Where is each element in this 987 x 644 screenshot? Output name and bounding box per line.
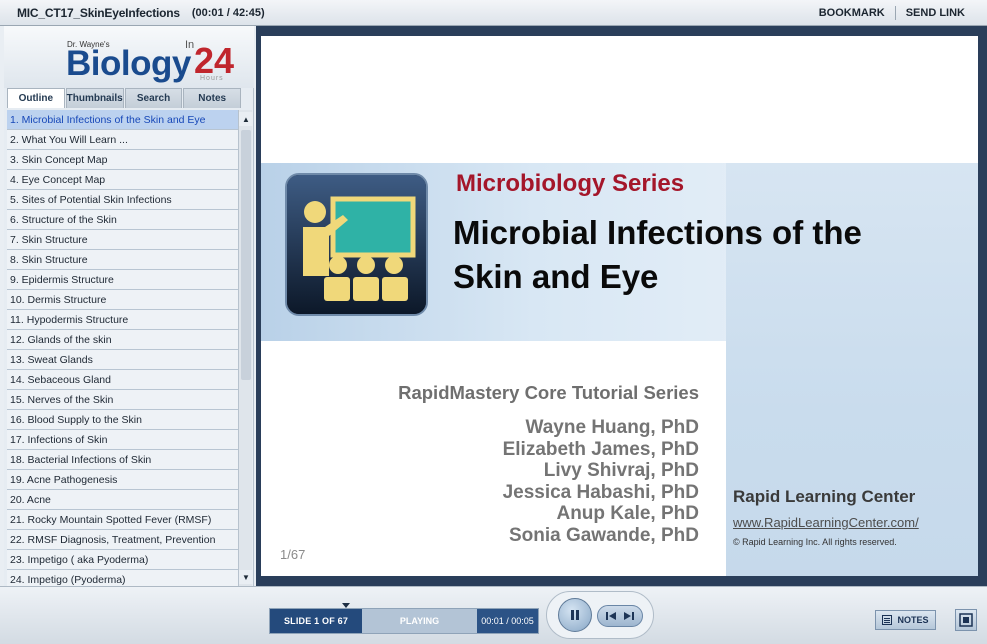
core-series-label: RapidMastery Core Tutorial Series [398,382,699,403]
author: Livy Shivraj, PhD [543,460,699,482]
outline-item[interactable]: 17. Infections of Skin [7,430,238,450]
outline-item[interactable]: 5. Sites of Potential Skin Infections [7,190,238,210]
playback-state: PLAYING [399,616,440,626]
pause-button[interactable] [558,598,592,632]
author: Sonia Gawande, PhD [508,524,699,546]
logo-in: In [185,39,195,51]
outline-item[interactable]: 14. Sebaceous Gland [7,370,238,390]
divider [894,5,896,20]
total-time: (00:01 / 42:45) [191,6,265,19]
outline-item[interactable]: 10. Dermis Structure [7,290,238,310]
outline-list: 1. Microbial Infections of the Skin and … [7,110,238,586]
tab-outline[interactable]: Outline [7,88,65,108]
notes-button[interactable]: NOTES [875,610,936,630]
scroll-thumb[interactable] [241,130,251,380]
outline-item[interactable]: 3. Skin Concept Map [7,150,238,170]
scroll-up-icon[interactable]: ▲ [239,112,253,126]
tab-search[interactable]: Search [124,88,183,108]
scroll-down-icon[interactable]: ▼ [239,570,253,584]
outline-item[interactable]: 21. Rocky Mountain Spotted Fever (RMSF) [7,510,238,530]
author: Wayne Huang, PhD [525,417,699,438]
logo-main: Biology [66,44,191,83]
slide-title-line1: Microbial Infections of the [453,214,862,251]
playback-status: SLIDE 1 OF 67 PLAYING 00:01 / 00:05 [269,608,539,634]
logo-suffix: Hours [200,75,224,82]
panel-tabs: Outline Thumbnails Search Notes [7,88,241,108]
author-list: Wayne Huang, PhD Elizabeth James, PhD Li… [261,417,699,547]
fullscreen-icon [959,613,973,627]
author: Jessica Habashi, PhD [502,481,699,503]
outline-item[interactable]: 24. Impetigo (Pyoderma) [7,570,238,586]
logo: Dr. Wayne's Biology In 24 Hours [4,26,254,88]
outline-item[interactable]: 4. Eye Concept Map [7,170,238,190]
outline-item[interactable]: 19. Acne Pathogenesis [7,470,238,490]
teacher-presentation-icon [285,173,428,316]
outline-item[interactable]: 18. Bacterial Infections of Skin [7,450,238,470]
outline-item[interactable]: 9. Epidermis Structure [7,270,238,290]
outline-item[interactable]: 22. RMSF Diagnosis, Treatment, Preventio… [7,530,238,550]
outline-item[interactable]: 6. Structure of the Skin [7,210,238,230]
next-slide-icon[interactable] [623,611,635,621]
outline-item[interactable]: 16. Blood Supply to the Skin [7,410,238,430]
notes-icon [882,615,893,625]
left-panel: Dr. Wayne's Biology In 24 Hours Outline … [4,26,254,586]
bookmark-link[interactable]: BOOKMARK [819,7,885,19]
outline-item[interactable]: 13. Sweat Glands [7,350,238,370]
outline-item[interactable]: 8. Skin Structure [7,250,238,270]
slide-viewer: Microbiology Series Microbial Infections… [256,26,987,586]
copyright-text: © Rapid Learning Inc. All rights reserve… [733,537,897,547]
author: Anup Kale, PhD [556,503,699,525]
slide-nav-buttons [597,605,643,627]
outline-item[interactable]: 15. Nerves of the Skin [7,390,238,410]
titlebar-actions: BOOKMARK SEND LINK [819,5,965,20]
slide: Microbiology Series Microbial Infections… [261,36,978,576]
author: Elizabeth James, PhD [502,438,699,460]
center-name: Rapid Learning Center [733,487,916,506]
outline-item[interactable]: 12. Glands of the skin [7,330,238,350]
center-url-link[interactable]: www.RapidLearningCenter.com/ [733,515,919,530]
slide-title-line2: Skin and Eye [453,258,659,295]
outline-item[interactable]: 11. Hypodermis Structure [7,310,238,330]
slide-counter: SLIDE 1 OF 67 [270,609,362,633]
tab-thumbnails[interactable]: Thumbnails [65,88,124,108]
series-title: Microbiology Series [456,170,685,197]
presentation-title: MIC_CT17_SkinEyeInfections [17,5,180,20]
outline-scrollbar[interactable]: ▲ ▼ [238,110,253,586]
pause-icon [571,610,579,620]
outline-item[interactable]: 7. Skin Structure [7,230,238,250]
send-link-link[interactable]: SEND LINK [906,7,965,19]
slide-elapsed-time: 00:01 / 00:05 [477,609,538,633]
outline-item-selected[interactable]: 1. Microbial Infections of the Skin and … [7,110,238,130]
outline-item[interactable]: 2. What You Will Learn ... [7,130,238,150]
title-bar: MIC_CT17_SkinEyeInfections (00:01 / 42:4… [0,0,987,26]
outline-item[interactable]: 23. Impetigo ( aka Pyoderma) [7,550,238,570]
fullscreen-button[interactable] [955,609,977,631]
tab-notes[interactable]: Notes [183,88,241,108]
previous-slide-icon[interactable] [605,611,617,621]
slide-title: Microbial Infections of the Skin and Eye [453,211,953,299]
notes-label: NOTES [897,615,929,625]
slide-page-number: 1/67 [280,547,306,562]
outline-item[interactable]: 20. Acne [7,490,238,510]
